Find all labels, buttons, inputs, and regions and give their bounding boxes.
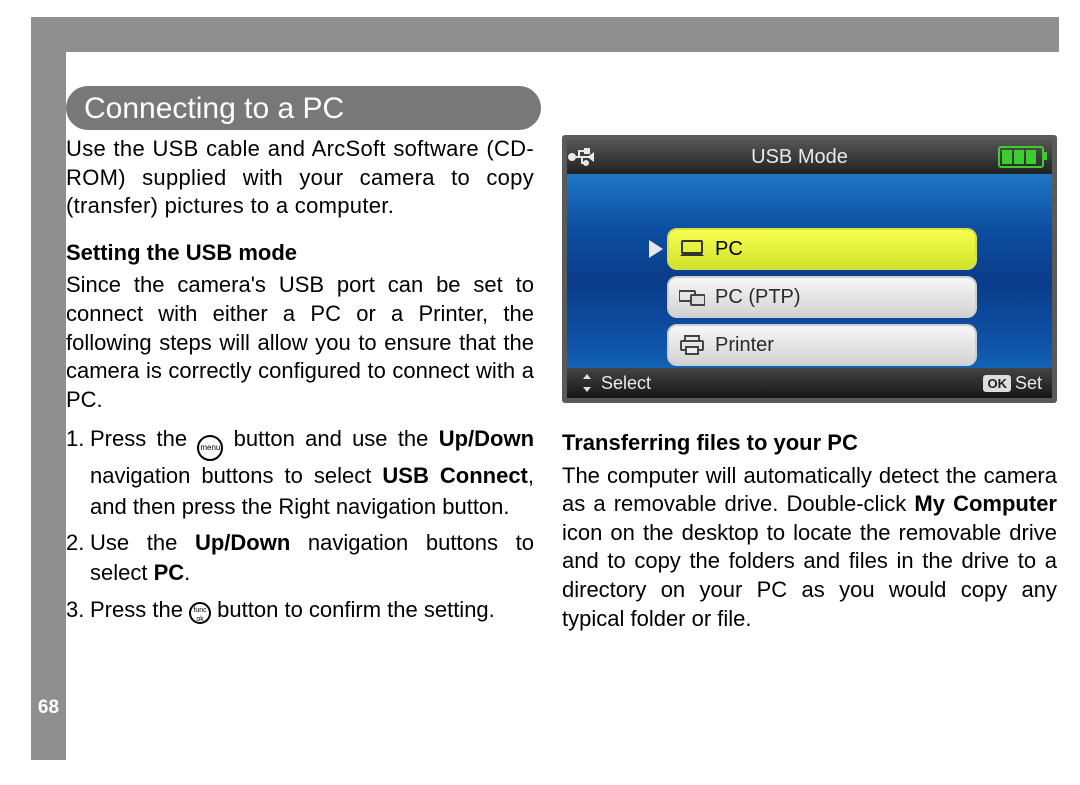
transferring-paragraph: The computer will automatically detect t…: [562, 462, 1057, 634]
right-column: USB Mode PC: [562, 135, 1057, 643]
usb-icon: [567, 147, 601, 167]
pc-icon: [679, 239, 705, 259]
step-3: 3. Press the funcok button to confirm th…: [66, 595, 534, 625]
ok-badge: OK: [983, 375, 1011, 392]
printer-icon: [679, 335, 705, 355]
ptp-icon: [679, 287, 705, 307]
subheading-transferring: Transferring files to your PC: [562, 429, 1057, 458]
screen-status-bar: USB Mode: [567, 140, 1052, 174]
step-1: 1. Press the menu button and use the Up/…: [66, 424, 534, 522]
intro-paragraph: Use the USB cable and ArcSoft software (…: [66, 135, 534, 221]
screen-bottom-bar: Select OK Set: [567, 368, 1052, 398]
menu-item-pc: PC: [667, 228, 977, 270]
step-2: 2. Use the Up/Down navigation buttons to…: [66, 528, 534, 589]
battery-icon: [998, 146, 1044, 168]
decoration-bar-side: [31, 17, 66, 760]
nav-arrows-icon: [577, 374, 597, 392]
usb-mode-paragraph: Since the camera's USB port can be set t…: [66, 271, 534, 414]
section-title-bar: Connecting to a PC: [66, 86, 541, 130]
usb-mode-menu: PC PC (PTP) Printer: [667, 228, 977, 372]
func-ok-button-icon: funcok: [189, 602, 211, 624]
subheading-usb-mode: Setting the USB mode: [66, 239, 534, 268]
section-title: Connecting to a PC: [66, 86, 541, 126]
menu-item-printer: Printer: [667, 324, 977, 366]
menu-item-pc-ptp: PC (PTP): [667, 276, 977, 318]
set-label: Set: [1015, 373, 1042, 394]
camera-screen-figure: USB Mode PC: [562, 135, 1057, 403]
screen-title: USB Mode: [601, 146, 998, 169]
left-column: Use the USB cable and ArcSoft software (…: [66, 135, 534, 631]
decoration-bar-top: [31, 17, 1059, 52]
camera-screen: USB Mode PC: [567, 140, 1052, 398]
menu-button-icon: menu: [197, 435, 223, 461]
page-number: 68: [31, 697, 66, 719]
manual-page: 68 Connecting to a PC Use the USB cable …: [0, 0, 1080, 785]
select-label: Select: [601, 373, 651, 394]
steps-list: 1. Press the menu button and use the Up/…: [66, 424, 534, 625]
